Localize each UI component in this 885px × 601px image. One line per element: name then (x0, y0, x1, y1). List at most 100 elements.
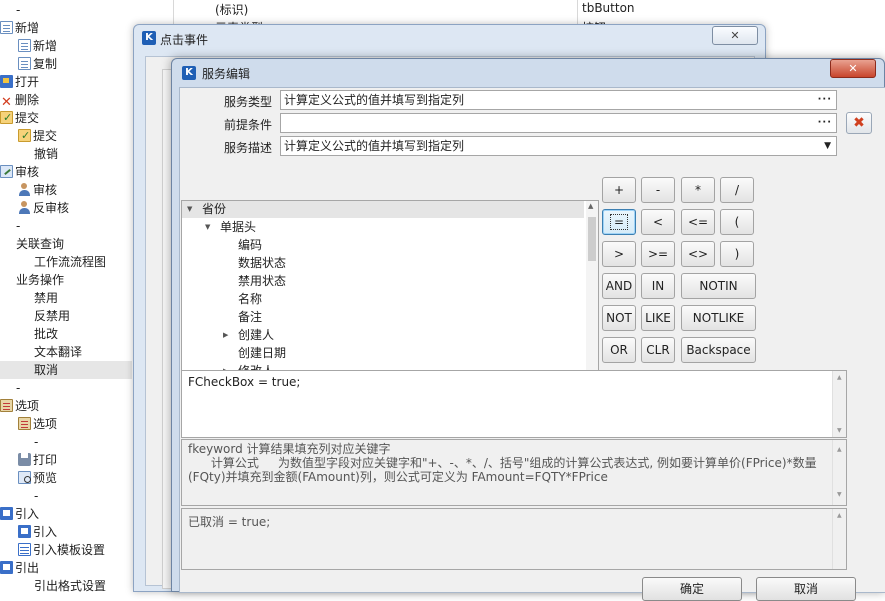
operator-button[interactable]: < (641, 209, 675, 235)
operator-button[interactable]: LIKE (641, 305, 675, 331)
tree-item[interactable]: 撤销 (34, 145, 58, 163)
clear-precondition-button[interactable]: ✖ (846, 112, 872, 134)
tree-item[interactable]: 新增 (18, 37, 57, 55)
operator-button[interactable]: IN (641, 273, 675, 299)
tree-item-label: 禁用 (34, 291, 59, 305)
tree-item[interactable]: 打印 (18, 451, 57, 469)
chevron-down-icon[interactable]: ▼ (824, 137, 831, 155)
delete-icon: ✕ (1, 95, 12, 110)
operator-button[interactable]: >= (641, 241, 675, 267)
ellipsis-button[interactable]: ··· (818, 91, 832, 109)
tree-item[interactable]: 引入 (18, 523, 57, 541)
ok-button[interactable]: 确定 (642, 577, 742, 601)
collapse-toggle-icon[interactable]: ▼ (187, 201, 192, 218)
operator-button[interactable]: NOTLIKE (681, 305, 756, 331)
operator-button[interactable]: ) (720, 241, 754, 267)
tree-item[interactable]: 反禁用 (34, 307, 70, 325)
submit-icon (0, 109, 13, 127)
tree-item[interactable]: 工作流流程图 (34, 253, 106, 271)
tree-item[interactable]: - (16, 1, 20, 19)
tree-item[interactable]: - (34, 433, 38, 451)
tree-item[interactable]: - (16, 217, 20, 235)
field-tree-item[interactable]: ▼ 省份 (182, 201, 584, 218)
tree-item[interactable]: - (16, 379, 20, 397)
tree-item[interactable]: 禁用 (34, 289, 58, 307)
description-select[interactable]: 计算定义公式的值并填写到指定列 ▼ (280, 136, 837, 156)
formula-scrollbar[interactable]: ▲ ▼ (832, 371, 846, 437)
collapse-toggle-icon[interactable]: ▼ (205, 218, 210, 236)
tree-item[interactable]: 打开 (0, 73, 39, 91)
formula-editor[interactable]: FCheckBox = true; ▲ ▼ (181, 370, 847, 438)
operator-button[interactable]: / (720, 177, 754, 203)
service-type-field[interactable]: 计算定义公式的值并填写到指定列 ··· (280, 90, 837, 110)
operator-button[interactable]: OR (602, 337, 636, 363)
tree-item[interactable]: ▼引入 (0, 505, 39, 523)
tree-item[interactable]: ▼审核 (0, 163, 39, 181)
operator-button[interactable]: Backspace (681, 337, 756, 363)
tree-item[interactable]: - (34, 487, 38, 505)
close-button[interactable]: ✕ (712, 26, 758, 45)
tree-item[interactable]: ▼引出 (0, 559, 39, 577)
tree-item[interactable]: 引入模板设置 (18, 541, 105, 559)
tree-item[interactable]: 文本翻译 (34, 343, 82, 361)
tree-item[interactable]: 反审核 (18, 199, 69, 217)
operator-button[interactable]: + (602, 177, 636, 203)
field-tree-item[interactable]: ▶ 创建人 (223, 326, 274, 344)
field-tree-item[interactable]: ▼ 单据头 (205, 218, 256, 236)
tree-item[interactable]: 业务操作 (16, 271, 64, 289)
tree-item[interactable]: ▼提交 (0, 109, 39, 127)
tree-item[interactable]: 选项 (0, 397, 39, 415)
expand-toggle-icon[interactable]: ▶ (223, 326, 228, 344)
open-icon (0, 75, 13, 88)
operator-button[interactable]: <= (681, 209, 715, 235)
tree-item[interactable]: 引出格式设置 (34, 577, 106, 595)
operator-button[interactable]: NOTIN (681, 273, 756, 299)
condition-text-area[interactable]: 已取消 = true; ▲ (181, 508, 847, 570)
tree-item[interactable]: ▼新增 (0, 19, 39, 37)
operator-button[interactable]: AND (602, 273, 636, 299)
scroll-up-icon[interactable]: ▲ (588, 202, 593, 210)
operator-label: IN (651, 279, 665, 293)
operator-button[interactable]: ( (720, 209, 754, 235)
import-icon (0, 507, 13, 520)
field-tree-item[interactable]: 禁用状态 (238, 272, 286, 290)
operator-button[interactable]: * (681, 177, 715, 203)
tree-item[interactable]: 选项 (18, 415, 57, 433)
field-tree-item[interactable]: 备注 (238, 308, 262, 326)
precondition-field[interactable]: ··· (280, 113, 837, 133)
service-type-label: 服务类型 (223, 95, 272, 109)
tree-item[interactable]: 预览 (18, 469, 57, 487)
tree-item[interactable]: ✕ 删除 (0, 91, 39, 109)
tree-item[interactable]: 复制 (18, 55, 57, 73)
operator-button[interactable]: <> (681, 241, 715, 267)
tree-item-label: - (16, 3, 21, 17)
ellipsis-button[interactable]: ··· (818, 114, 832, 132)
close-button[interactable]: ✕ (830, 59, 876, 78)
app-logo-icon: K (182, 66, 196, 80)
tree-item[interactable]: 批改 (34, 325, 58, 343)
operator-button[interactable]: NOT (602, 305, 636, 331)
operator-button[interactable]: = (602, 209, 636, 235)
field-tree-item[interactable]: 名称 (238, 290, 262, 308)
operator-button[interactable]: > (602, 241, 636, 267)
field-tree: ▲ ▼ ▼省份▼单据头编码数据状态禁用状态名称备注▶创建人创建日期▶修改人修改日… (181, 200, 599, 390)
tree-item-label: 反禁用 (34, 309, 71, 323)
operator-label: Backspace (686, 343, 751, 357)
tree-item[interactable]: 提交 (18, 127, 57, 145)
tree-item-label: 引入模板设置 (33, 543, 106, 557)
field-tree-item[interactable]: 数据状态 (238, 254, 286, 272)
tree-item[interactable]: 审核 (18, 181, 57, 199)
field-tree-item[interactable]: 创建日期 (238, 344, 286, 362)
tree-item[interactable]: 关联查询 (16, 235, 64, 253)
field-tree-item[interactable]: 编码 (238, 236, 262, 254)
field-tree-scrollbar[interactable]: ▲ ▼ (586, 201, 598, 389)
operator-button[interactable]: - (641, 177, 675, 203)
property-value[interactable]: tbButton (582, 1, 635, 15)
scroll-thumb[interactable] (588, 217, 596, 261)
service-type-value: 计算定义公式的值并填写到指定列 (284, 93, 465, 107)
operator-button[interactable]: CLR (641, 337, 675, 363)
tree-item-selected[interactable]: 取消 (0, 361, 132, 379)
condition-scrollbar[interactable]: ▲ (832, 509, 846, 569)
help-scrollbar[interactable]: ▲ ▼ (832, 440, 846, 505)
cancel-button[interactable]: 取消 (756, 577, 856, 601)
